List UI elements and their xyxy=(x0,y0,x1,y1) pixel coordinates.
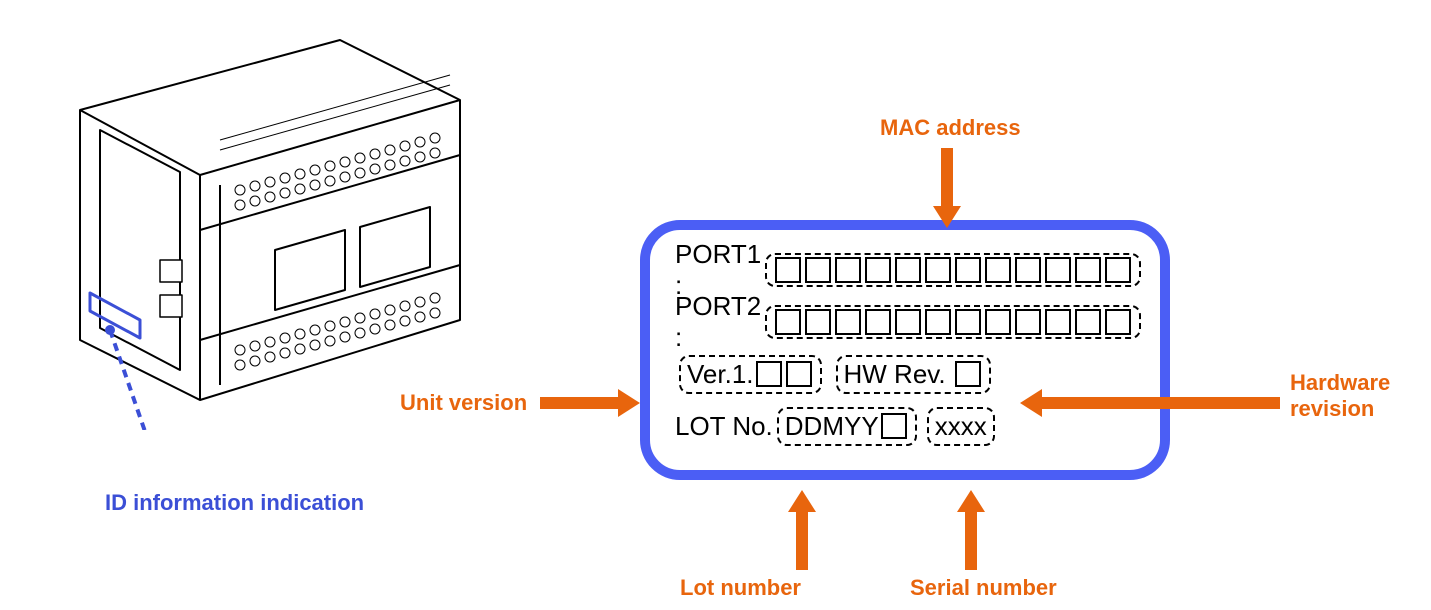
lot-row: LOT No. DDMYY xxxx xyxy=(675,406,1135,446)
unit-version-arrow-line xyxy=(540,397,620,409)
hw-rev-label: HW Rev. xyxy=(844,359,946,390)
port2-label: PORT2 : xyxy=(675,291,761,353)
unit-version-annotation: Unit version xyxy=(400,390,527,416)
mac-address-annotation: MAC address xyxy=(880,115,1021,141)
serial-arrow-head xyxy=(957,490,985,512)
serial-number-annotation: Serial number xyxy=(910,575,1057,601)
serial-value: xxxx xyxy=(935,411,987,442)
lot-number-field: DDMYY xyxy=(777,407,917,446)
id-information-indication-label: ID information indication xyxy=(105,490,364,516)
mac-arrow-line xyxy=(941,148,953,208)
hardware-revision-annotation: Hardware revision xyxy=(1290,370,1390,423)
serial-arrow-line xyxy=(965,510,977,570)
serial-number-field: xxxx xyxy=(927,407,995,446)
port2-row: PORT2 : xyxy=(675,302,1135,342)
mac-arrow-head xyxy=(933,206,961,228)
id-label-panel: PORT1 : PORT2 : Ver.1. HW Rev. LOT No. xyxy=(640,220,1170,480)
lot-arrow-line xyxy=(796,510,808,570)
hw-rev-line1: Hardware xyxy=(1290,370,1390,395)
hw-rev-arrow-line xyxy=(1040,397,1280,409)
port1-mac-field xyxy=(765,253,1141,287)
hw-rev-field: HW Rev. xyxy=(836,355,991,394)
hw-rev-line2: revision xyxy=(1290,396,1374,421)
unit-version-field: Ver.1. xyxy=(679,355,822,394)
lot-no-label: LOT No. xyxy=(675,411,773,442)
lot-number-annotation: Lot number xyxy=(680,575,801,601)
lot-value: DDMYY xyxy=(785,411,879,442)
port1-row: PORT1 : xyxy=(675,250,1135,290)
port2-mac-field xyxy=(765,305,1141,339)
ver-prefix: Ver.1. xyxy=(687,359,754,390)
lot-arrow-head xyxy=(788,490,816,512)
plc-device-illustration xyxy=(40,30,470,430)
version-row: Ver.1. HW Rev. xyxy=(675,354,1135,394)
hw-rev-arrow-head xyxy=(1020,389,1042,417)
unit-version-arrow-head xyxy=(618,389,640,417)
